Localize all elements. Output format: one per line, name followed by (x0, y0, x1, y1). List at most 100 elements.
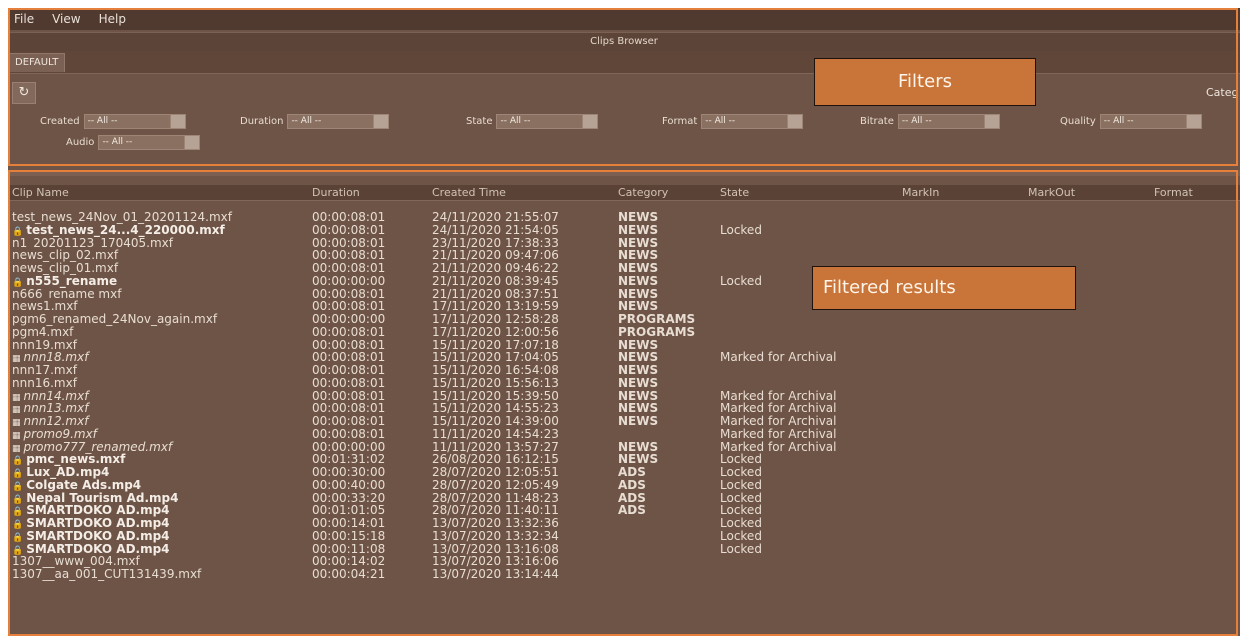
lock-icon: 🔒 (12, 277, 24, 288)
col-header-markout[interactable]: MarkOut (1028, 186, 1075, 199)
clip-name-text: Colgate Ads.mp4 (26, 478, 142, 492)
clip-name-cell: nnn16.mxf (12, 377, 304, 390)
state-cell: Locked (720, 528, 762, 543)
table-row[interactable]: 🔒 test_news_24...4_220000.mxf 00:00:08:01 2… (8, 222, 1240, 237)
dropdown-arrow-icon[interactable] (184, 135, 200, 149)
clip-name-text: pgm4.mxf (12, 325, 74, 339)
filter-label: Created (40, 115, 80, 127)
menu-help[interactable]: Help (99, 12, 126, 26)
filter-quality: Quality -- All -- (1060, 113, 1202, 129)
lock-icon: 🔒 (12, 520, 24, 530)
table-row[interactable]: 🔒 Lux_AD.mp4 00:00:30:00 28/07/2020 12:05:5… (8, 466, 1240, 479)
clip-name-text: pgm6_renamed_24Nov_again.mxf (12, 313, 218, 326)
table-row[interactable]: test_news_24Nov_01_20201124.mxf 00:00:08:… (8, 211, 1240, 224)
table-row[interactable]: pgm4.mxf 00:00:08:01 17/11/2020 12:00:56 PR… (8, 324, 1240, 339)
table-row[interactable]: nnn16.mxf 00:00:08:01 15/11/2020 15:56:13 N… (8, 375, 1240, 390)
table-row[interactable]: pgm6_renamed_24Nov_again.mxf 00:00:00:00 1… (8, 313, 1240, 326)
filter-bitrate: Bitrate -- All -- (860, 113, 1000, 129)
category-cell: ADS (618, 465, 646, 479)
menu-file[interactable]: File (14, 12, 34, 26)
clip-name-text: test_news_24Nov_01_20201124.mxf (12, 211, 232, 224)
duration-cell: 00:00:08:01 (312, 414, 386, 428)
filter-duration: Duration -- All -- (240, 113, 390, 129)
clip-name-text: n555_rename (26, 274, 118, 288)
duration-cell: 00:00:00:00 (312, 273, 386, 288)
duration-cell: 00:00:08:01 (312, 210, 386, 224)
col-header-duration[interactable]: Duration (312, 186, 360, 199)
dropdown-arrow-icon[interactable] (983, 114, 999, 128)
created-time-cell: 15/11/2020 14:39:00 (432, 414, 559, 428)
dropdown-arrow-icon[interactable] (1185, 114, 1201, 128)
tab-default[interactable]: DEFAULT (8, 53, 66, 72)
col-header-markin[interactable]: MarkIn (902, 186, 939, 199)
dropdown-arrow-icon[interactable] (787, 114, 803, 128)
table-row[interactable]: 🔒 Colgate Ads.mp4 00:00:40:00 28/07/2020 12… (8, 478, 1240, 492)
table-row[interactable]: 1307__aa_001_CUT131439.mxf 00:00:04:21 13/… (8, 568, 1240, 581)
table-row[interactable]: ▦ promo9.mxf 00:00:08:01 11/11/2020 14:54:2… (8, 426, 1240, 441)
quality-select[interactable]: -- All -- (1099, 113, 1202, 129)
duration-cell: 00:00:08:01 (312, 363, 386, 377)
col-header-format[interactable]: Format (1154, 186, 1193, 199)
clip-name-text: pmc_news.mxf (26, 453, 126, 467)
duration-select[interactable]: -- All -- (287, 113, 390, 129)
filters-callout: Filters (814, 58, 1036, 106)
clip-name-text: Lux_AD.mp4 (26, 466, 110, 479)
dropdown-arrow-icon[interactable] (373, 114, 389, 128)
table-row[interactable]: 1307__www_004.mxf 00:00:14:02 13/07/2020 1… (8, 555, 1240, 568)
clip-name-cell: test_news_24Nov_01_20201124.mxf (12, 211, 304, 224)
dropdown-arrow-icon[interactable] (169, 114, 185, 128)
table-row[interactable]: 🔒 SMARTDOKO AD.mp4 00:00:11:08 13/07/2020 1… (8, 542, 1240, 555)
created-time-cell: 17/11/2020 12:00:56 (432, 324, 559, 339)
audio-select[interactable]: -- All -- (98, 134, 201, 150)
clip-name-text: news1.mxf (12, 300, 78, 313)
filter-label: Audio (66, 136, 95, 148)
state-cell: Marked for Archival (720, 350, 837, 365)
dropdown-arrow-icon[interactable] (582, 114, 598, 128)
duration-cell: 00:00:08:01 (312, 375, 386, 390)
tab-strip: DEFAULT (8, 51, 1240, 74)
state-cell: Locked (720, 516, 762, 530)
state-cell: Locked (720, 222, 762, 237)
col-header-created-time[interactable]: Created Time (432, 186, 506, 199)
bitrate-select[interactable]: -- All -- (897, 113, 1000, 129)
clip-name-cell: pgm4.mxf (12, 326, 304, 339)
clip-name-text: SMARTDOKO AD.mp4 (26, 529, 170, 543)
table-row[interactable]: ▦ nnn12.mxf 00:00:08:01 15/11/2020 14:39:00… (8, 415, 1240, 428)
categories-label: Categ (1206, 86, 1239, 99)
refresh-button[interactable]: ↻ (12, 82, 36, 104)
clip-name-text: n1_20201123_170405.mxf (12, 236, 173, 250)
created-time-cell: 11/11/2020 14:54:23 (432, 426, 559, 441)
clip-name-text: nnn14.mxf (23, 389, 89, 403)
col-header-category[interactable]: Category (618, 186, 668, 199)
duration-cell: 00:00:08:01 (312, 426, 386, 441)
format-select[interactable]: -- All -- (701, 113, 804, 129)
duration-cell: 00:00:08:01 (312, 261, 386, 275)
table-row[interactable]: nnn17.mxf 00:00:08:01 15/11/2020 16:54:08 N… (8, 364, 1240, 377)
clip-name-cell: 1307__www_004.mxf (12, 555, 304, 568)
state-select[interactable]: -- All -- (496, 113, 599, 129)
archive-icon: ▦ (12, 443, 21, 454)
clip-name-cell: n1_20201123_170405.mxf (12, 237, 304, 250)
duration-cell: 00:00:04:21 (312, 567, 386, 581)
state-cell: Marked for Archival (720, 414, 837, 428)
clip-name-text: nnn18.mxf (23, 351, 89, 365)
table-row[interactable]: 🔒 SMARTDOKO AD.mp4 00:01:01:05 28/07/2020 1… (8, 504, 1240, 517)
clip-name-cell: pgm6_renamed_24Nov_again.mxf (12, 313, 304, 326)
col-header-clip-name[interactable]: Clip Name (12, 186, 69, 199)
menu-bar: File View Help (8, 8, 1240, 30)
created-time-cell: 15/11/2020 15:56:13 (432, 375, 559, 390)
clip-name-text: Nepal Tourism Ad.mp4 (26, 491, 179, 505)
clip-name-text: nnn19.mxf (12, 338, 77, 352)
created-time-cell: 21/11/2020 09:46:22 (432, 261, 559, 275)
table-row[interactable]: 🔒 SMARTDOKO AD.mp4 00:00:15:18 13/07/2020 1… (8, 528, 1240, 543)
created-select[interactable]: -- All -- (83, 113, 186, 129)
clip-name-cell: news1.mxf (12, 300, 304, 313)
category-cell: NEWS (618, 210, 659, 224)
panel-splitter[interactable] (8, 170, 1240, 176)
col-header-state[interactable]: State (720, 186, 749, 199)
duration-cell: 00:00:08:01 (312, 222, 386, 237)
created-time-cell: 24/11/2020 21:55:07 (432, 210, 559, 224)
table-row[interactable]: 🔒 SMARTDOKO AD.mp4 00:00:14:01 13/07/2020 1… (8, 517, 1240, 530)
archive-icon: ▦ (12, 418, 21, 428)
menu-view[interactable]: View (52, 12, 80, 26)
